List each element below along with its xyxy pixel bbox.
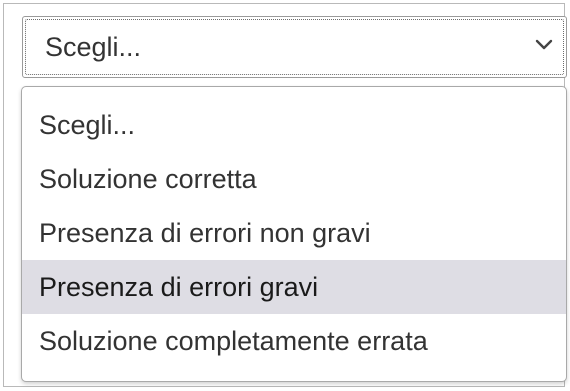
grade-select[interactable]: Scegli...	[22, 16, 567, 78]
chevron-down-icon[interactable]	[534, 37, 554, 53]
option-errori-gravi[interactable]: Presenza di errori gravi	[22, 260, 566, 314]
dropdown-list: Scegli... Soluzione corretta Presenza di…	[21, 86, 567, 382]
option-scegli[interactable]: Scegli...	[22, 98, 566, 152]
option-errori-non-gravi[interactable]: Presenza di errori non gravi	[22, 206, 566, 260]
select-value: Scegli...	[45, 32, 142, 62]
option-completamente-errata[interactable]: Soluzione completamente errata	[22, 314, 566, 368]
option-soluzione-corretta[interactable]: Soluzione corretta	[22, 152, 566, 206]
